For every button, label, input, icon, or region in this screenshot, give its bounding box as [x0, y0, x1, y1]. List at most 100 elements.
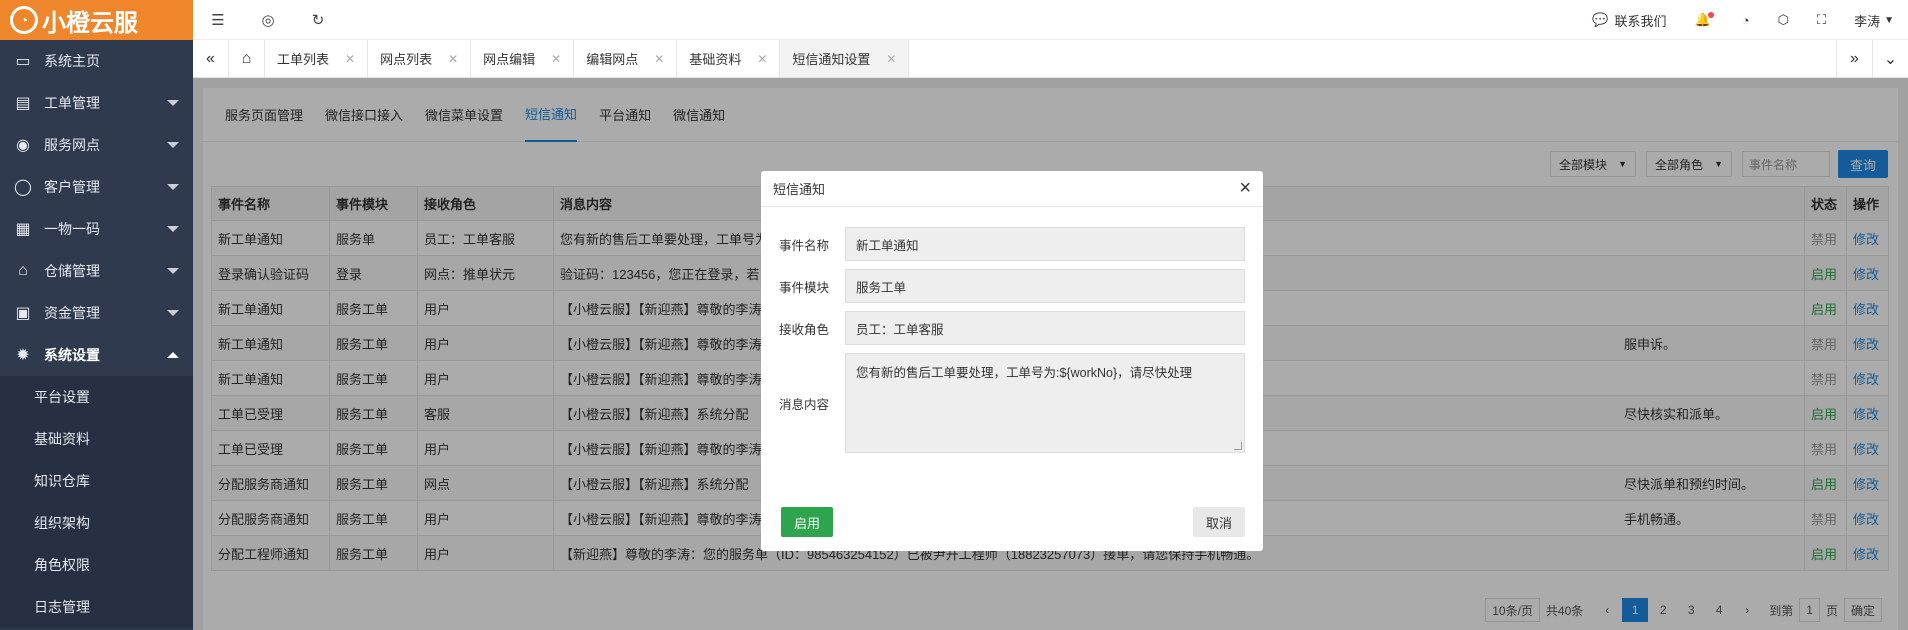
tabs-scroll-right-icon[interactable]: » [1836, 40, 1872, 77]
tab-label: 工单列表 [277, 52, 330, 67]
sidebar: ◔ 小橙云服 ▭ 系统主页 ▤ 工单管理 ◉ 服务网点 ◯ 客户管理 ▦ 一物一… [0, 0, 193, 630]
globe-icon: ◉ [16, 137, 30, 154]
tab-label: 编辑网点 [586, 52, 639, 67]
close-icon[interactable]: ✕ [345, 52, 355, 66]
sidebar-item-service-outlets[interactable]: ◉ 服务网点 [0, 124, 193, 166]
sidebar-item-workorders[interactable]: ▤ 工单管理 [0, 82, 193, 124]
sidebar-item-home[interactable]: ▭ 系统主页 [0, 40, 193, 82]
submenu-item-knowledge[interactable]: 知识仓库 [0, 460, 193, 502]
gear-icon: ✹ [16, 347, 30, 364]
dashboard-icon[interactable]: ◔ [1742, 13, 1750, 28]
tab-label: 基础资料 [689, 52, 742, 67]
submenu-item-logs[interactable]: 日志管理 [0, 586, 193, 628]
sidebar-item-customers[interactable]: ◯ 客户管理 [0, 166, 193, 208]
brand-logo[interactable]: ◔ 小橙云服 [0, 0, 193, 40]
field-label: 事件名称 [779, 238, 830, 253]
user-menu[interactable]: 李涛 ▼ [1854, 11, 1894, 30]
close-icon[interactable]: ✕ [654, 52, 664, 66]
sidebar-item-codes[interactable]: ▦ 一物一码 [0, 208, 193, 250]
sidebar-item-funds[interactable]: ▣ 资金管理 [0, 292, 193, 334]
logo-mark-icon: ◔ [10, 6, 38, 34]
field-module: 事件模块 服务工单 [761, 269, 1263, 303]
home-tab-icon[interactable]: ⌂ [229, 40, 265, 77]
enable-button[interactable]: 启用 [781, 507, 833, 537]
field-label: 接收角色 [779, 322, 830, 337]
chevron-down-icon [167, 184, 179, 190]
top-bar-right: 💬 联系我们 🔔 ◔ ⬡ ⛶ 李涛 ▼ [1578, 0, 1908, 40]
dialog-footer: 启用 取消 [781, 507, 1245, 537]
tab-label: 网点列表 [380, 52, 433, 67]
event-name-field[interactable]: 新工单通知 [845, 227, 1245, 261]
sidebar-item-label: 服务网点 [44, 137, 100, 153]
field-role: 接收角色 员工：工单客服 [761, 311, 1263, 345]
sidebar-item-warehouse[interactable]: ⌂ 仓储管理 [0, 250, 193, 292]
close-icon[interactable]: × [1239, 177, 1251, 200]
money-icon: ▣ [15, 305, 31, 322]
fullscreen-icon[interactable]: ⛶ [1817, 12, 1826, 28]
user-icon: ◯ [14, 179, 32, 196]
sidebar-item-label: 系统主页 [44, 53, 100, 69]
page-tabs: « ⌂ 工单列表 ✕ 网点列表 ✕ 网点编辑 ✕ 编辑网点 ✕ 基础资料 ✕ 短信通知设置… [193, 40, 1908, 78]
brand-name: 小橙云服 [42, 9, 138, 37]
menu-toggle-icon[interactable]: ☰ [193, 11, 243, 29]
field-event-name: 事件名称 新工单通知 [761, 227, 1263, 261]
tabs-menu-chevron-icon[interactable]: ⌄ [1872, 40, 1908, 77]
close-icon[interactable]: ✕ [448, 52, 458, 66]
sidebar-item-label: 仓储管理 [44, 263, 100, 279]
close-icon[interactable]: ✕ [757, 52, 767, 66]
sidebar-item-label: 系统设置 [44, 347, 100, 363]
submenu-item-organization[interactable]: 组织架构 [0, 502, 193, 544]
chevron-up-icon [167, 352, 179, 358]
module-field[interactable]: 服务工单 [845, 269, 1245, 303]
dialog-header: 短信通知 × [761, 171, 1263, 207]
chevron-down-icon: ▼ [1884, 14, 1894, 26]
close-icon[interactable]: ✕ [551, 52, 561, 66]
tab-workorder-list[interactable]: 工单列表 ✕ [265, 40, 369, 77]
sms-notice-dialog: 短信通知 × 事件名称 新工单通知 事件模块 服务工单 接收角色 员工：工单客服… [761, 171, 1263, 551]
sidebar-item-settings[interactable]: ✹ 系统设置 [0, 334, 193, 376]
dialog-title: 短信通知 [773, 182, 826, 197]
role-field[interactable]: 员工：工单客服 [845, 311, 1245, 345]
field-label: 事件模块 [779, 280, 830, 295]
sidebar-item-label: 一物一码 [44, 221, 100, 237]
contact-us-label: 联系我们 [1614, 13, 1667, 29]
refresh-icon[interactable]: ↻ [293, 11, 343, 29]
tab-edit-outlet[interactable]: 编辑网点 ✕ [574, 40, 678, 77]
contact-us-button[interactable]: 💬 联系我们 [1592, 11, 1666, 30]
close-icon[interactable]: ✕ [886, 52, 896, 66]
tag-icon[interactable]: ⬡ [1778, 12, 1789, 28]
notification-dot [1707, 12, 1714, 18]
chevron-down-icon [167, 226, 179, 232]
chevron-down-icon [167, 142, 179, 148]
submenu-item-basic-data[interactable]: 基础资料 [0, 418, 193, 460]
top-bar: ☰ ◎ ↻ 💬 联系我们 🔔 ◔ ⬡ ⛶ 李涛 ▼ [193, 0, 1908, 40]
tab-basic-data[interactable]: 基础资料 ✕ [677, 40, 781, 77]
tab-label: 短信通知设置 [792, 52, 871, 67]
sidebar-item-label: 资金管理 [44, 305, 100, 321]
chevron-down-icon [167, 100, 179, 106]
tab-outlet-list[interactable]: 网点列表 ✕ [368, 40, 472, 77]
tab-outlet-edit[interactable]: 网点编辑 ✕ [471, 40, 575, 77]
chat-icon: 💬 [1592, 12, 1609, 27]
field-content: 消息内容 您有新的售后工单要处理，工单号为:${workNo}，请尽快处理 [761, 353, 1263, 453]
tabs-scroll-left-icon[interactable]: « [193, 40, 229, 77]
bank-icon: ⌂ [18, 262, 28, 279]
message-content-text: 您有新的售后工单要处理，工单号为:${workNo}，请尽快处理 [856, 366, 1193, 380]
document-icon: ▤ [15, 95, 31, 112]
tab-label: 网点编辑 [483, 52, 536, 67]
notification-button[interactable]: 🔔 [1695, 12, 1714, 28]
sidebar-item-label: 工单管理 [44, 95, 100, 111]
message-content-textarea[interactable]: 您有新的售后工单要处理，工单号为:${workNo}，请尽快处理 [845, 353, 1245, 453]
sidebar-item-label: 客户管理 [44, 179, 100, 195]
monitor-icon: ▭ [15, 53, 31, 70]
globe-icon[interactable]: ◎ [243, 11, 293, 29]
submenu-item-roles[interactable]: 角色权限 [0, 544, 193, 586]
chevron-down-icon [167, 268, 179, 274]
user-name: 李涛 [1854, 13, 1881, 29]
settings-submenu: 平台设置 基础资料 知识仓库 组织架构 角色权限 日志管理 [0, 376, 193, 628]
submenu-item-platform[interactable]: 平台设置 [0, 376, 193, 418]
resize-handle-icon[interactable] [1234, 442, 1242, 450]
chevron-down-icon [167, 310, 179, 316]
tab-sms-settings[interactable]: 短信通知设置 ✕ [780, 40, 910, 77]
cancel-button[interactable]: 取消 [1193, 507, 1245, 537]
